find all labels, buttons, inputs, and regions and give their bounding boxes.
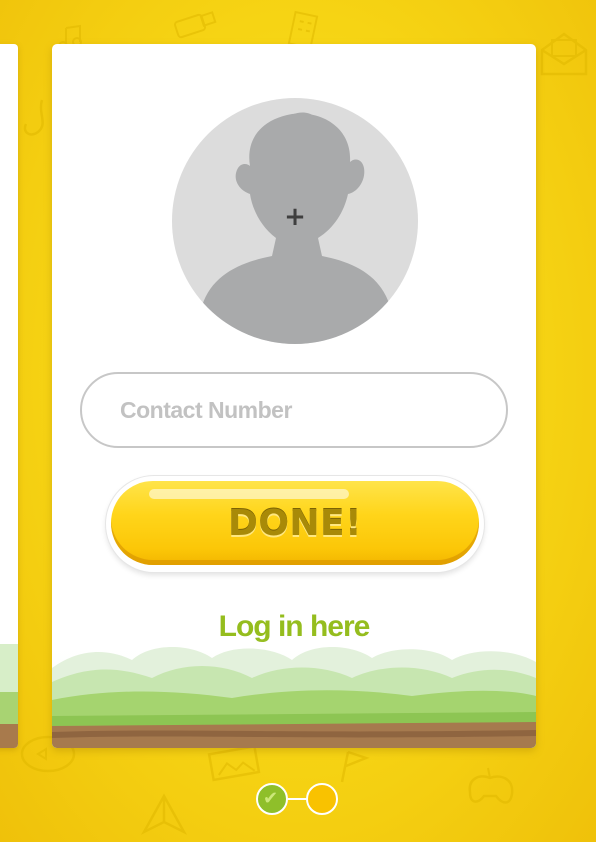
- landscape-illustration: [52, 638, 536, 748]
- usb-drive-icon: [173, 11, 217, 39]
- done-button-frame: DONE!: [106, 476, 484, 572]
- step-1-dot[interactable]: ✔: [256, 783, 288, 815]
- paper-plane-icon: [140, 793, 188, 835]
- saxophone-icon: [23, 99, 44, 136]
- step-2-dot[interactable]: [306, 783, 338, 815]
- gamepad-icon: [468, 767, 514, 804]
- checkmark-icon: ✔: [263, 788, 279, 809]
- done-button[interactable]: DONE!: [111, 481, 479, 565]
- avatar-upload[interactable]: +: [172, 98, 418, 344]
- button-shine: [149, 489, 349, 499]
- step-indicator: ✔: [256, 783, 340, 815]
- flag-icon: [340, 750, 370, 783]
- signup-card: + DONE! Log in here: [52, 44, 536, 748]
- step-connector: [288, 798, 308, 800]
- done-button-label: DONE!: [227, 502, 363, 544]
- add-photo-icon: +: [284, 202, 306, 232]
- photos-icon: [207, 744, 261, 782]
- contact-number-input[interactable]: [80, 372, 508, 448]
- previous-card: [0, 44, 18, 748]
- envelope-icon: [540, 32, 588, 76]
